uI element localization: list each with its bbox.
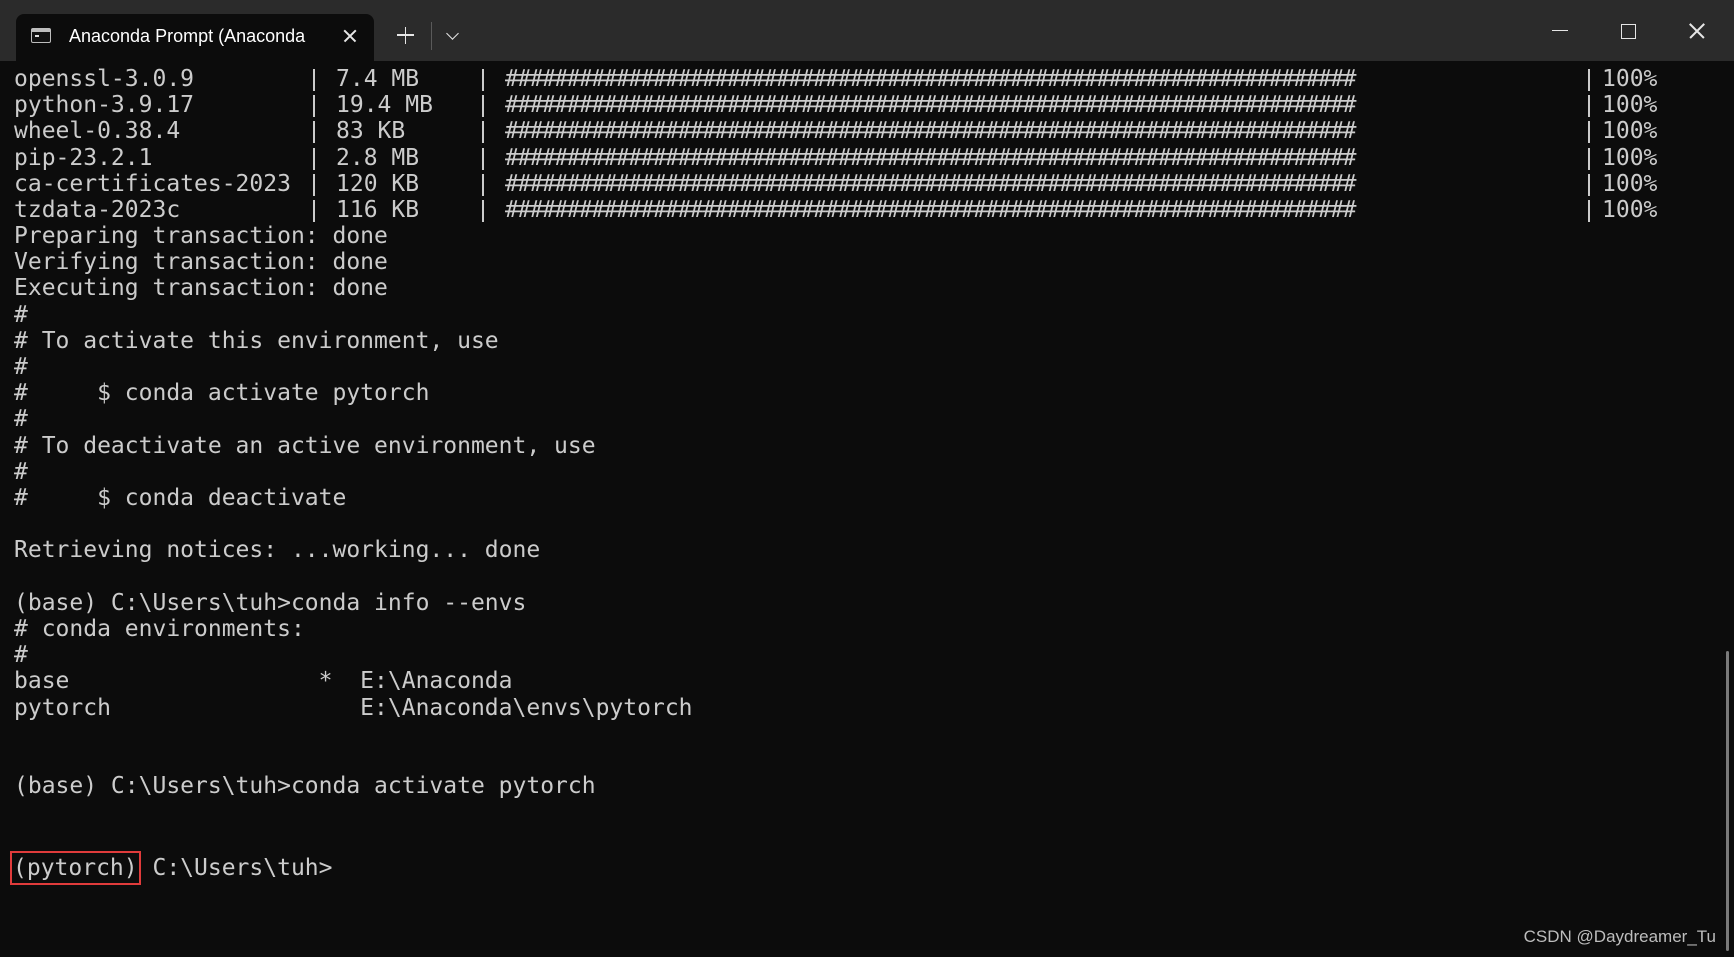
command-prompt[interactable]: (pytorch) C:\Users\tuh>: [10, 851, 347, 885]
package-name: wheel-0.38.4: [14, 118, 181, 145]
column-separator: [482, 69, 484, 91]
column-separator: [313, 121, 315, 144]
progress-percent: 100%: [1602, 170, 1658, 197]
progress-bar: ########################################…: [505, 144, 1356, 171]
column-separator: [482, 200, 484, 222]
active-env-label: (pytorch): [10, 851, 141, 885]
progress-percent: 100%: [1602, 197, 1658, 223]
progress-percent: 100%: [1602, 144, 1658, 171]
package-row: wheel-0.38.4 83 KB #######################…: [0, 117, 1722, 146]
package-row: python-3.9.17 19.4 MB ####################…: [0, 91, 1722, 120]
console-line: (base) C:\Users\tuh>conda info --envs: [14, 589, 527, 616]
terminal-window: Anaconda Prompt (Anaconda openssl-3.0.9 7…: [0, 0, 1734, 957]
package-size: 83 KB: [336, 118, 406, 145]
package-name: tzdata-2023c: [14, 197, 181, 223]
progress-percent: 100%: [1602, 118, 1658, 145]
package-name: python-3.9.17: [14, 92, 195, 119]
package-size: 19.4 MB: [336, 92, 433, 119]
maximize-icon[interactable]: [1598, 10, 1658, 52]
progress-bar: ########################################…: [505, 66, 1356, 92]
tab-anaconda-prompt[interactable]: Anaconda Prompt (Anaconda: [16, 14, 374, 61]
column-separator: [1588, 173, 1590, 196]
column-separator: [1588, 69, 1590, 91]
console-line: # To activate this environment, use: [14, 327, 499, 354]
watermark: CSDN @Daydreamer_Tu: [1523, 927, 1716, 946]
package-size: 120 KB: [336, 170, 420, 197]
column-separator: [482, 147, 484, 170]
console-line: (base) C:\Users\tuh>conda activate pytor…: [14, 773, 596, 800]
package-row: pip-23.2.1 2.8 MB ########################…: [0, 144, 1722, 173]
prompt-path: C:\Users\tuh>: [138, 855, 333, 881]
console-line: Preparing transaction: done: [14, 223, 388, 249]
console-line: # $ conda activate pytorch: [14, 380, 430, 407]
column-separator: [482, 121, 484, 144]
close-tab-icon[interactable]: [334, 20, 366, 52]
package-name: pip-23.2.1: [14, 144, 153, 171]
console-line: #: [14, 354, 28, 380]
package-size: 2.8 MB: [336, 144, 420, 171]
package-name: ca-certificates-2023: [14, 170, 291, 197]
progress-bar: ########################################…: [505, 197, 1356, 223]
tab-title: Anaconda Prompt (Anaconda: [69, 26, 306, 46]
column-separator: [482, 173, 484, 196]
package-row: openssl-3.0.9 7.4 MB #####################…: [0, 65, 1722, 94]
scrollbar-thumb[interactable]: [1726, 651, 1729, 951]
progress-percent: 100%: [1602, 92, 1658, 119]
column-separator: [313, 147, 315, 170]
console-line: #: [14, 458, 28, 485]
terminal-icon: [31, 28, 51, 43]
package-name: openssl-3.0.9: [14, 66, 195, 92]
column-separator: [313, 173, 315, 196]
column-separator: [313, 69, 315, 91]
new-tab-button[interactable]: [388, 18, 422, 52]
package-row: ca-certificates-2023 120 KB ##############…: [0, 170, 1722, 199]
console-line: # To deactivate an active environment, u…: [14, 432, 596, 459]
console-line: base * E:\Anaconda: [14, 668, 513, 695]
tab-divider: [431, 22, 432, 50]
progress-percent: 100%: [1602, 66, 1658, 92]
title-bar: Anaconda Prompt (Anaconda: [0, 0, 1734, 61]
chevron-down-icon[interactable]: [436, 18, 470, 52]
console-line: Retrieving notices: ...working... done: [14, 537, 541, 564]
close-icon[interactable]: [1666, 10, 1726, 52]
progress-bar: ########################################…: [505, 92, 1356, 119]
package-row: tzdata-2023c 116 KB ######################…: [0, 196, 1722, 225]
vertical-scrollbar[interactable]: [1722, 61, 1734, 957]
column-separator: [313, 200, 315, 222]
minimize-icon[interactable]: [1530, 10, 1590, 52]
column-separator: [1588, 95, 1590, 118]
console-line: Executing transaction: done: [14, 275, 388, 302]
console-line: #: [14, 406, 28, 433]
console-line: Verifying transaction: done: [14, 249, 388, 276]
terminal-output[interactable]: openssl-3.0.9 7.4 MB #####################…: [0, 61, 1722, 957]
column-separator: [313, 95, 315, 118]
console-line: #: [14, 642, 28, 669]
column-separator: [1588, 147, 1590, 170]
column-separator: [1588, 200, 1590, 222]
progress-bar: ########################################…: [505, 118, 1356, 145]
console-line: pytorch E:\Anaconda\envs\pytorch: [14, 694, 693, 721]
console-line: # $ conda deactivate: [14, 485, 347, 511]
column-separator: [1588, 121, 1590, 144]
progress-bar: ########################################…: [505, 170, 1356, 197]
package-size: 7.4 MB: [336, 66, 420, 92]
console-line: #: [14, 301, 28, 328]
column-separator: [482, 95, 484, 118]
package-size: 116 KB: [336, 197, 420, 223]
console-line: # conda environments:: [14, 616, 305, 642]
